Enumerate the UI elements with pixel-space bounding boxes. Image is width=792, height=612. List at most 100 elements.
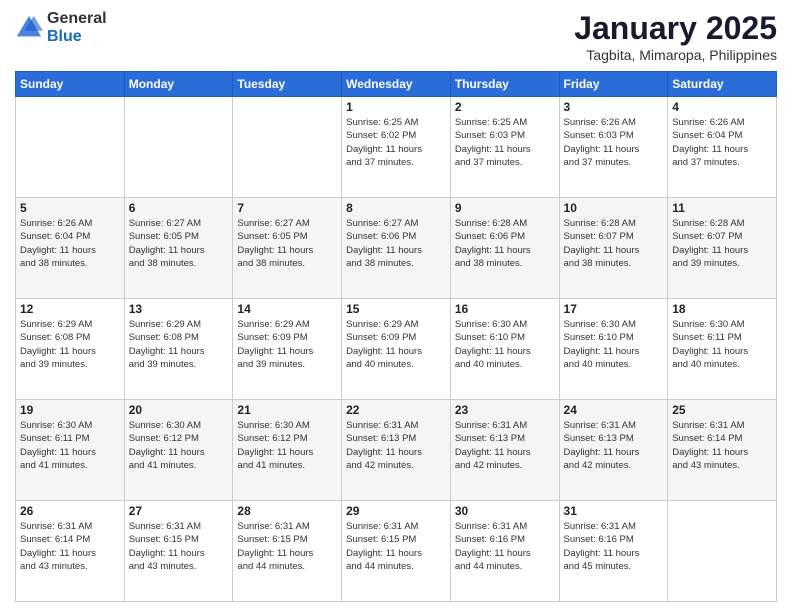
- calendar-cell: 5Sunrise: 6:26 AM Sunset: 6:04 PM Daylig…: [16, 198, 125, 299]
- day-info: Sunrise: 6:31 AM Sunset: 6:15 PM Dayligh…: [237, 520, 337, 573]
- calendar-cell: [233, 97, 342, 198]
- calendar-cell: 1Sunrise: 6:25 AM Sunset: 6:02 PM Daylig…: [342, 97, 451, 198]
- day-info: Sunrise: 6:31 AM Sunset: 6:15 PM Dayligh…: [346, 520, 446, 573]
- day-number: 10: [564, 201, 664, 215]
- calendar-cell: [16, 97, 125, 198]
- calendar-cell: 23 Sunrise: 6:31 AM Sunset: 6:13 PM Dayli…: [450, 400, 559, 501]
- calendar-cell: 2 Sunrise: 6:25 AM Sunset: 6:03 PM Daylig…: [450, 97, 559, 198]
- calendar-week-row: 12 Sunrise: 6:29 AM Sunset: 6:08 PM Dayli…: [16, 299, 777, 400]
- day-info: Sunrise: 6:28 AM Sunset: 6:07 PM Dayligh…: [672, 217, 772, 270]
- calendar-subtitle: Tagbita, Mimaropa, Philippines: [574, 47, 777, 63]
- weekday-header-cell: Thursday: [450, 72, 559, 97]
- calendar-cell: 21Sunrise: 6:30 AM Sunset: 6:12 PM Dayli…: [233, 400, 342, 501]
- calendar-cell: 27 Sunrise: 6:31 AM Sunset: 6:15 PM Dayli…: [124, 501, 233, 602]
- day-info: Sunrise: 6:25 AM Sunset: 6:03 PM Dayligh…: [455, 116, 555, 169]
- day-info: Sunrise: 6:30 AM Sunset: 6:12 PM Dayligh…: [237, 419, 337, 472]
- calendar-cell: 6Sunrise: 6:27 AM Sunset: 6:05 PM Daylig…: [124, 198, 233, 299]
- calendar-cell: 12 Sunrise: 6:29 AM Sunset: 6:08 PM Dayli…: [16, 299, 125, 400]
- day-info: Sunrise: 6:31 AM Sunset: 6:16 PM Dayligh…: [564, 520, 664, 573]
- calendar-cell: 7 Sunrise: 6:27 AM Sunset: 6:05 PM Daylig…: [233, 198, 342, 299]
- day-info: Sunrise: 6:31 AM Sunset: 6:16 PM Dayligh…: [455, 520, 555, 573]
- logo: General Blue: [15, 10, 107, 45]
- weekday-header-cell: Monday: [124, 72, 233, 97]
- day-number: 11: [672, 201, 772, 215]
- day-number: 18: [672, 302, 772, 316]
- calendar-week-row: 1Sunrise: 6:25 AM Sunset: 6:02 PM Daylig…: [16, 97, 777, 198]
- day-info: Sunrise: 6:31 AM Sunset: 6:15 PM Dayligh…: [129, 520, 229, 573]
- day-number: 1: [346, 100, 446, 114]
- day-info: Sunrise: 6:29 AM Sunset: 6:08 PM Dayligh…: [20, 318, 120, 371]
- calendar-cell: 8 Sunrise: 6:27 AM Sunset: 6:06 PM Daylig…: [342, 198, 451, 299]
- calendar-cell: 11 Sunrise: 6:28 AM Sunset: 6:07 PM Dayli…: [668, 198, 777, 299]
- calendar-cell: 25 Sunrise: 6:31 AM Sunset: 6:14 PM Dayli…: [668, 400, 777, 501]
- calendar-cell: 24 Sunrise: 6:31 AM Sunset: 6:13 PM Dayli…: [559, 400, 668, 501]
- calendar-cell: 10 Sunrise: 6:28 AM Sunset: 6:07 PM Dayli…: [559, 198, 668, 299]
- day-number: 29: [346, 504, 446, 518]
- calendar-cell: 4 Sunrise: 6:26 AM Sunset: 6:04 PM Daylig…: [668, 97, 777, 198]
- day-info: Sunrise: 6:30 AM Sunset: 6:12 PM Dayligh…: [129, 419, 229, 472]
- calendar-cell: 31 Sunrise: 6:31 AM Sunset: 6:16 PM Dayli…: [559, 501, 668, 602]
- calendar-cell: 30Sunrise: 6:31 AM Sunset: 6:16 PM Dayli…: [450, 501, 559, 602]
- weekday-header-cell: Saturday: [668, 72, 777, 97]
- day-info: Sunrise: 6:26 AM Sunset: 6:04 PM Dayligh…: [672, 116, 772, 169]
- calendar-cell: 26Sunrise: 6:31 AM Sunset: 6:14 PM Dayli…: [16, 501, 125, 602]
- day-number: 28: [237, 504, 337, 518]
- day-number: 19: [20, 403, 120, 417]
- calendar-cell: 18Sunrise: 6:30 AM Sunset: 6:11 PM Dayli…: [668, 299, 777, 400]
- calendar-week-row: 26Sunrise: 6:31 AM Sunset: 6:14 PM Dayli…: [16, 501, 777, 602]
- calendar-table: SundayMondayTuesdayWednesdayThursdayFrid…: [15, 71, 777, 602]
- day-number: 12: [20, 302, 120, 316]
- day-number: 23: [455, 403, 555, 417]
- weekday-header: SundayMondayTuesdayWednesdayThursdayFrid…: [16, 72, 777, 97]
- calendar-cell: 17 Sunrise: 6:30 AM Sunset: 6:10 PM Dayli…: [559, 299, 668, 400]
- calendar-cell: 14 Sunrise: 6:29 AM Sunset: 6:09 PM Dayli…: [233, 299, 342, 400]
- day-info: Sunrise: 6:26 AM Sunset: 6:03 PM Dayligh…: [564, 116, 664, 169]
- weekday-header-cell: Wednesday: [342, 72, 451, 97]
- calendar-cell: 29 Sunrise: 6:31 AM Sunset: 6:15 PM Dayli…: [342, 501, 451, 602]
- calendar-week-row: 5Sunrise: 6:26 AM Sunset: 6:04 PM Daylig…: [16, 198, 777, 299]
- day-number: 16: [455, 302, 555, 316]
- day-number: 31: [564, 504, 664, 518]
- day-info: Sunrise: 6:28 AM Sunset: 6:07 PM Dayligh…: [564, 217, 664, 270]
- day-number: 3: [564, 100, 664, 114]
- calendar-cell: 15Sunrise: 6:29 AM Sunset: 6:09 PM Dayli…: [342, 299, 451, 400]
- calendar-cell: 19 Sunrise: 6:30 AM Sunset: 6:11 PM Dayli…: [16, 400, 125, 501]
- day-info: Sunrise: 6:30 AM Sunset: 6:10 PM Dayligh…: [455, 318, 555, 371]
- day-info: Sunrise: 6:27 AM Sunset: 6:05 PM Dayligh…: [237, 217, 337, 270]
- calendar-cell: 28 Sunrise: 6:31 AM Sunset: 6:15 PM Dayli…: [233, 501, 342, 602]
- day-number: 8: [346, 201, 446, 215]
- day-info: Sunrise: 6:30 AM Sunset: 6:11 PM Dayligh…: [20, 419, 120, 472]
- day-info: Sunrise: 6:29 AM Sunset: 6:09 PM Dayligh…: [237, 318, 337, 371]
- day-number: 13: [129, 302, 229, 316]
- day-info: Sunrise: 6:29 AM Sunset: 6:09 PM Dayligh…: [346, 318, 446, 371]
- logo-icon: [15, 14, 43, 42]
- day-number: 7: [237, 201, 337, 215]
- calendar-title: January 2025: [574, 10, 777, 47]
- day-number: 14: [237, 302, 337, 316]
- day-number: 2: [455, 100, 555, 114]
- logo-blue: Blue: [47, 28, 107, 46]
- day-number: 5: [20, 201, 120, 215]
- calendar-week-row: 19 Sunrise: 6:30 AM Sunset: 6:11 PM Dayli…: [16, 400, 777, 501]
- calendar-cell: 13Sunrise: 6:29 AM Sunset: 6:08 PM Dayli…: [124, 299, 233, 400]
- day-info: Sunrise: 6:30 AM Sunset: 6:10 PM Dayligh…: [564, 318, 664, 371]
- day-info: Sunrise: 6:31 AM Sunset: 6:13 PM Dayligh…: [564, 419, 664, 472]
- day-number: 24: [564, 403, 664, 417]
- day-info: Sunrise: 6:31 AM Sunset: 6:13 PM Dayligh…: [455, 419, 555, 472]
- calendar-cell: [668, 501, 777, 602]
- day-number: 27: [129, 504, 229, 518]
- day-info: Sunrise: 6:27 AM Sunset: 6:06 PM Dayligh…: [346, 217, 446, 270]
- page: General Blue January 2025 Tagbita, Mimar…: [0, 0, 792, 612]
- weekday-header-cell: Sunday: [16, 72, 125, 97]
- calendar-cell: 16 Sunrise: 6:30 AM Sunset: 6:10 PM Dayli…: [450, 299, 559, 400]
- calendar-cell: 9Sunrise: 6:28 AM Sunset: 6:06 PM Daylig…: [450, 198, 559, 299]
- day-number: 4: [672, 100, 772, 114]
- day-info: Sunrise: 6:27 AM Sunset: 6:05 PM Dayligh…: [129, 217, 229, 270]
- day-number: 9: [455, 201, 555, 215]
- calendar-body: 1Sunrise: 6:25 AM Sunset: 6:02 PM Daylig…: [16, 97, 777, 602]
- day-number: 17: [564, 302, 664, 316]
- calendar-cell: 3 Sunrise: 6:26 AM Sunset: 6:03 PM Daylig…: [559, 97, 668, 198]
- weekday-header-cell: Tuesday: [233, 72, 342, 97]
- day-number: 25: [672, 403, 772, 417]
- day-info: Sunrise: 6:31 AM Sunset: 6:14 PM Dayligh…: [672, 419, 772, 472]
